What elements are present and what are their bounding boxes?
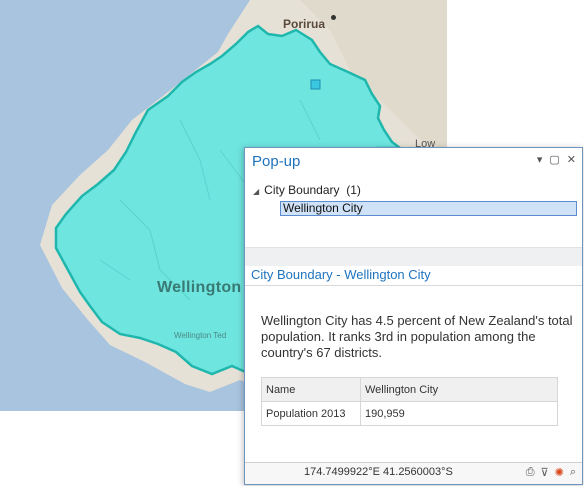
- print-icon[interactable]: ⎙: [526, 466, 535, 479]
- status-toolbar: ⎙ ⊽ ✺ ⌕: [526, 466, 576, 479]
- section-title: City Boundary - Wellington City: [251, 267, 431, 282]
- popup-window-controls: ▾ ▢ ✕: [537, 153, 576, 166]
- table-cell-value: Wellington City: [360, 377, 558, 402]
- table-cell-field: Name: [261, 377, 361, 402]
- attribute-table: Name Wellington City Population 2013 190…: [261, 377, 558, 426]
- flash-icon[interactable]: ✺: [555, 466, 564, 479]
- collapse-triangle-icon[interactable]: ◢: [253, 187, 259, 196]
- popup-pane: Pop-up ▾ ▢ ✕ ◢ City Boundary (1) Wellingt…: [244, 147, 583, 485]
- coordinate-readout: 174.7499922°E 41.2560003°S: [304, 466, 453, 478]
- tree-layer-count: (1): [346, 183, 361, 197]
- wellington-label: Wellington: [157, 279, 242, 296]
- pane-menu-icon[interactable]: ▾: [537, 153, 543, 166]
- close-icon[interactable]: ✕: [567, 153, 576, 166]
- table-row: Name Wellington City: [261, 377, 558, 402]
- map-marker[interactable]: [310, 79, 321, 90]
- popup-status-bar: 174.7499922°E 41.2560003°S ⎙ ⊽ ✺ ⌕: [245, 462, 582, 484]
- section-divider: [245, 285, 582, 286]
- filter-icon[interactable]: ⊽: [541, 466, 549, 479]
- table-row: Population 2013 190,959: [261, 401, 558, 426]
- table-cell-field: Population 2013: [261, 401, 361, 426]
- table-cell-value: 190,959: [360, 401, 558, 426]
- wellington-ted-label: Wellington Ted: [174, 331, 227, 340]
- porirua-label: Porirua: [283, 17, 326, 31]
- zoom-to-icon[interactable]: ⌕: [570, 466, 576, 479]
- maximize-icon[interactable]: ▢: [549, 153, 559, 166]
- tree-layer-label: City Boundary: [264, 183, 340, 197]
- popup-description: Wellington City has 4.5 percent of New Z…: [261, 313, 573, 360]
- tree-item-selected[interactable]: Wellington City: [280, 201, 577, 216]
- porirua-pin-icon: [331, 15, 336, 20]
- tree-layer-node[interactable]: ◢ City Boundary (1): [253, 183, 361, 197]
- pane-splitter[interactable]: [245, 247, 582, 266]
- popup-title: Pop-up: [252, 153, 301, 170]
